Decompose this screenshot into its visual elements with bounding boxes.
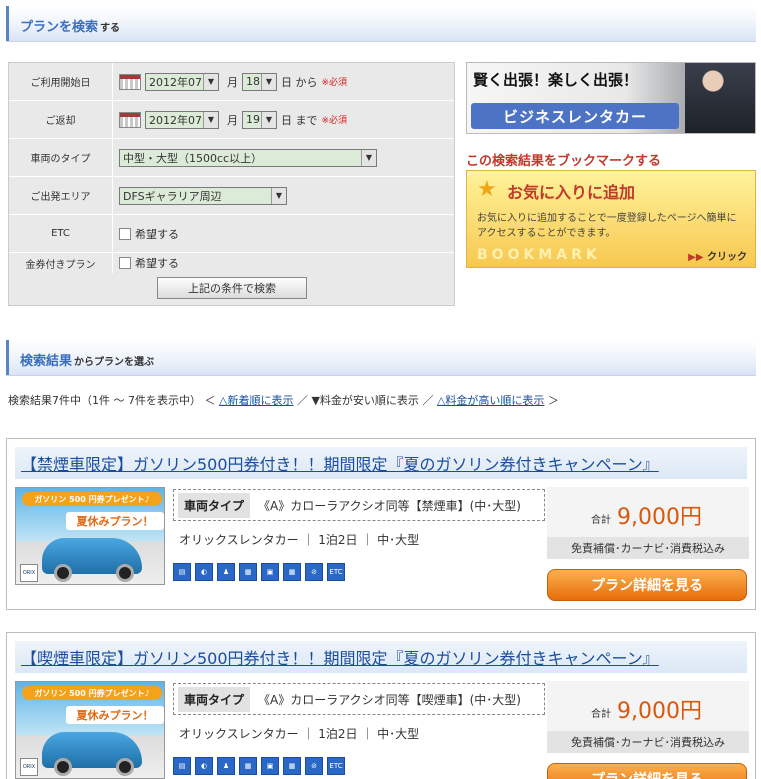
price-value: 9,000円 xyxy=(617,699,702,724)
return-year-month-select[interactable]: 2012年07 ▼ xyxy=(145,110,219,129)
navigation-icon: ▤ xyxy=(173,563,191,581)
required-mark: ※必須 xyxy=(321,78,348,88)
business-rentacar-banner[interactable]: 賢く出張！楽しく出張！ ビジネスレンタカー xyxy=(466,62,756,134)
start-year-month-select[interactable]: 2012年07 ▼ xyxy=(145,72,219,91)
voucher-checkbox-label: 希望する xyxy=(135,257,179,270)
form-row-start-date: ご利用開始日 2012年07 ▼ 月 18 ▼ 日 から ※必須 xyxy=(9,63,454,101)
plan-title-link[interactable]: 【喫煙車限定】ガソリン500円券付き！！期間限定『夏のガソリン券付きキャンペーン… xyxy=(15,641,747,673)
person-icon: ♟ xyxy=(217,563,235,581)
price-note: 免責補償･カーナビ･消費税込み xyxy=(547,537,749,559)
plan-card: 【禁煙車限定】ガソリン500円券付き！！期間限定『夏のガソリン券付きキャンペーン… xyxy=(6,438,756,610)
price-note: 免責補償･カーナビ･消費税込み xyxy=(547,731,749,753)
etc-label: ETC xyxy=(9,215,113,252)
price-box: 合計 9,000円 免責補償･カーナビ･消費税込み xyxy=(547,681,749,753)
plan-title-link[interactable]: 【禁煙車限定】ガソリン500円券付き！！期間限定『夏のガソリン券付きキャンペーン… xyxy=(15,447,747,479)
return-date-label: ご返却 xyxy=(9,101,113,138)
search-button[interactable]: 上記の条件で検索 xyxy=(157,277,307,299)
search-form: ご利用開始日 2012年07 ▼ 月 18 ▼ 日 から ※必須 ご返却 2012年… xyxy=(8,62,455,306)
results-section-title: 検索結果 xyxy=(20,354,73,369)
bookmark-click[interactable]: ▶▶ クリック xyxy=(688,248,747,263)
person-icon: ♟ xyxy=(217,757,235,775)
banner-title: ビジネスレンタカー xyxy=(471,103,679,129)
departure-area-label: ご出発エリア xyxy=(9,177,113,214)
results-summary: 検索結果7件中（1件 〜 7件を表示中） xyxy=(8,394,201,407)
bookmark-heading: お気に入りに追加 xyxy=(507,183,636,202)
tv-icon: ▣ xyxy=(261,563,279,581)
vehicle-type-value: 《A》カローラアクシオ同等【喫煙車】(中･大型) xyxy=(258,692,521,707)
start-date-label: ご利用開始日 xyxy=(9,63,113,100)
vehicle-type-label: 車両タイプ xyxy=(178,492,251,518)
navigation-icon: ▤ xyxy=(173,757,191,775)
businessman-image xyxy=(685,63,755,133)
results-meta: 検索結果7件中（1件 〜 7件を表示中） ＜ △新着順に表示 ／ ▼料金が安い順… xyxy=(8,394,559,407)
plan-subinfo: オリックスレンタカー ｜ 1泊2日 ｜ 中･大型 xyxy=(179,533,420,547)
price-box: 合計 9,000円 免責補償･カーナビ･消費税込み xyxy=(547,487,749,559)
sort-cheapest-current: ▼料金が安い順に表示 xyxy=(311,394,419,407)
from-text: 日 から xyxy=(281,75,318,89)
form-row-departure-area: ご出発エリア DFSギャラリア周辺 ▼ xyxy=(9,177,454,215)
price-value: 9,000円 xyxy=(617,505,702,530)
month-unit: 月 xyxy=(227,75,238,89)
etc-icon: ETC xyxy=(327,757,345,775)
vehicle-type-label: 車両タイプ xyxy=(178,686,251,712)
seat-icon: ▦ xyxy=(283,563,301,581)
vehicle-type-box: 車両タイプ 《A》カローラアクシオ同等【禁煙車】(中･大型) xyxy=(173,489,545,521)
until-text: 日 まで xyxy=(281,113,318,127)
form-row-return-date: ご返却 2012年07 ▼ 月 19 ▼ 日 まで ※必須 xyxy=(9,101,454,139)
car-seat-icon: ▦ xyxy=(239,757,257,775)
return-day-select[interactable]: 19 ▼ xyxy=(242,110,277,129)
bookmark-banner[interactable]: ★ お気に入りに追加 お気に入りに追加することで一度登録したページへ簡単にアクセ… xyxy=(466,170,756,268)
price-label: 合計 xyxy=(591,515,611,526)
etc-checkbox-label: 希望する xyxy=(135,227,179,241)
voucher-label: 金券付きプラン xyxy=(9,253,113,273)
start-day-select[interactable]: 18 ▼ xyxy=(242,72,277,91)
plan-image[interactable]: ガソリン 500 円券プレゼント♪ 夏休みプラン！ ORIX xyxy=(15,487,165,585)
plan-detail-button[interactable]: プラン詳細を見る xyxy=(547,763,747,779)
calendar-icon[interactable] xyxy=(119,111,141,128)
results-section-title-suffix: からプランを選ぶ xyxy=(74,357,155,368)
no-smoking-icon: ⊘ xyxy=(305,563,323,581)
vehicle-type-label: 車両のタイプ xyxy=(9,139,113,176)
vehicle-type-value: 《A》カローラアクシオ同等【禁煙車】(中･大型) xyxy=(258,498,521,513)
voucher-checkbox[interactable] xyxy=(119,257,131,269)
plan-subinfo: オリックスレンタカー ｜ 1泊2日 ｜ 中･大型 xyxy=(179,727,420,741)
etc-icon: ETC xyxy=(327,563,345,581)
seat-icon: ▦ xyxy=(283,757,301,775)
amenity-icons: ▤ ◐ ♟ ▦ ▣ ▦ ⊘ ETC xyxy=(173,563,345,581)
amenity-icons: ▤ ◐ ♟ ▦ ▣ ▦ ⊘ ETC xyxy=(173,757,345,775)
bookmark-title: この検索結果をブックマークする xyxy=(466,154,662,169)
departure-area-select[interactable]: DFSギャラリア周辺 ▼ xyxy=(119,186,287,205)
etc-checkbox[interactable] xyxy=(119,227,131,240)
tv-icon: ▣ xyxy=(261,757,279,775)
vehicle-type-box: 車両タイプ 《A》カローラアクシオ同等【喫煙車】(中･大型) xyxy=(173,683,545,715)
search-section-header: プランを検索 する xyxy=(6,6,756,42)
no-smoking-badge-icon: ◐ xyxy=(195,757,213,775)
month-unit: 月 xyxy=(227,113,238,127)
orix-logo: ORIX xyxy=(20,758,38,776)
car-seat-icon: ▦ xyxy=(239,563,257,581)
calendar-icon[interactable] xyxy=(119,73,141,90)
vehicle-type-select[interactable]: 中型・大型（1500cc以上） ▼ xyxy=(119,148,377,167)
form-row-vehicle-type: 車両のタイプ 中型・大型（1500cc以上） ▼ xyxy=(9,139,454,177)
plan-detail-button[interactable]: プラン詳細を見る xyxy=(547,569,747,601)
plan-card: 【喫煙車限定】ガソリン500円券付き！！期間限定『夏のガソリン券付きキャンペーン… xyxy=(6,632,756,779)
sort-newest-link[interactable]: △新着順に表示 xyxy=(219,394,293,407)
plan-image[interactable]: ガソリン 500 円券プレゼント♪ 夏休みプラン！ ORIX xyxy=(15,681,165,779)
orix-logo: ORIX xyxy=(20,564,38,582)
star-icon: ★ xyxy=(477,177,497,202)
form-row-etc: ETC 希望する xyxy=(9,215,454,253)
banner-tagline: 賢く出張！楽しく出張！ xyxy=(473,71,639,89)
click-arrows-icon: ▶▶ xyxy=(688,252,704,263)
search-section-title-suffix: する xyxy=(100,23,121,34)
price-label: 合計 xyxy=(591,709,611,720)
form-row-voucher: 金券付きプラン 希望する xyxy=(9,253,454,273)
bookmark-description: お気に入りに追加することで一度登録したページへ簡単にアクセスすることができます。 xyxy=(477,213,737,239)
results-section-header: 検索結果 からプランを選ぶ xyxy=(6,340,756,376)
sort-expensive-link[interactable]: △料金が高い順に表示 xyxy=(437,394,544,407)
required-mark: ※必須 xyxy=(321,116,348,126)
search-section-title: プランを検索 xyxy=(20,20,99,35)
bookmark-watermark: BOOKMARK xyxy=(477,247,601,263)
no-smoking-icon: ⊘ xyxy=(305,757,323,775)
no-smoking-badge-icon: ◐ xyxy=(195,563,213,581)
